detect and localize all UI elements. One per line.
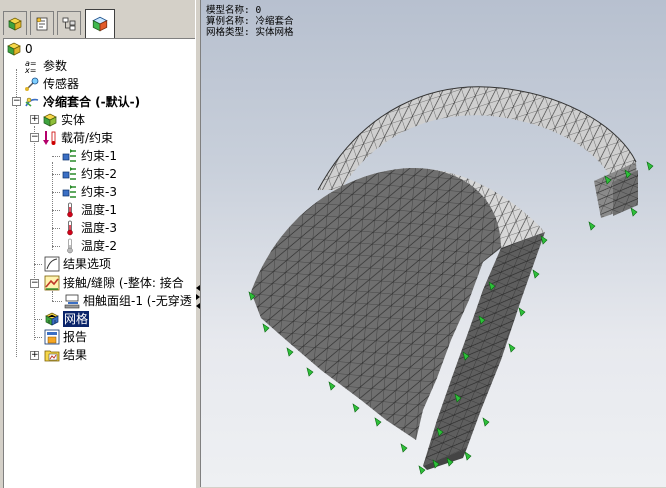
tree-item-label: 传感器 — [43, 77, 80, 91]
tree-connector — [52, 192, 60, 193]
meshed-model-view — [248, 86, 654, 475]
tree-connector — [52, 291, 53, 301]
tab-property-manager[interactable] — [30, 11, 54, 35]
tree-connector — [52, 156, 60, 157]
graphics-viewport[interactable]: 模型名称: 0 算例名称: 冷缩套合 网格类型: 实体网格 — [201, 0, 666, 487]
simulation-study-tree: 0 a= x= 参数 传感器 − 冷缩套合 (-默认-) + 实体 − 载荷/约… — [3, 38, 196, 488]
simulation-tree-panel: 0 a= x= 参数 传感器 − 冷缩套合 (-默认-) + 实体 − 载荷/约… — [0, 0, 196, 488]
contact-icon — [44, 275, 60, 291]
tab-simulation-manager[interactable] — [85, 9, 115, 38]
tree-item-fixture-2[interactable]: 约束-2 — [62, 165, 117, 183]
part-icon — [7, 42, 21, 56]
tree-item-label: 温度-2 — [81, 239, 117, 253]
simulation-icon — [92, 16, 108, 32]
tree-item-temperature-1[interactable]: 温度-1 — [62, 201, 117, 219]
tree-item-temperature-2[interactable]: 温度-2 — [62, 237, 117, 255]
tree-connector — [16, 69, 17, 357]
tree-connector — [34, 319, 42, 320]
results-folder-icon — [44, 350, 60, 362]
tree-item-fixture-3[interactable]: 约束-3 — [62, 183, 117, 201]
tree-root-label: 0 — [25, 42, 33, 56]
tree-item-label: 接触/缝隙 (-整体: 接合 — [63, 276, 184, 290]
fixture-icon — [62, 167, 76, 180]
tree-connector — [52, 301, 62, 302]
tree-item-label: 约束-1 — [81, 149, 117, 163]
thermometer-icon — [67, 220, 73, 236]
tree-item-loads-fixtures[interactable]: 载荷/约束 — [42, 129, 113, 147]
configuration-icon — [62, 17, 76, 30]
front-ring — [251, 167, 545, 470]
collapse-toggle[interactable]: − — [12, 97, 21, 106]
tree-item-results[interactable]: 结果 — [44, 346, 87, 364]
thermometer-icon — [67, 202, 73, 218]
expand-toggle[interactable]: + — [30, 115, 39, 124]
tree-item-label: 温度-3 — [81, 221, 117, 235]
mesh-icon — [45, 312, 59, 326]
tree-item-label: 结果选项 — [63, 257, 112, 271]
tree-connector — [52, 228, 60, 229]
svg-text:x=: x= — [24, 66, 36, 74]
tree-root[interactable]: 0 — [6, 40, 33, 58]
report-icon — [44, 329, 60, 345]
tree-connector — [34, 337, 42, 338]
parameters-icon: a= x= — [24, 59, 37, 74]
tree-item-mesh[interactable]: 网格 — [44, 310, 90, 328]
tree-item-label: 参数 — [43, 59, 68, 73]
tree-item-label: 约束-2 — [81, 167, 117, 181]
tree-item-fixture-1[interactable]: 约束-1 — [62, 147, 117, 165]
tree-connector — [52, 210, 60, 211]
tree-item-label: 冷缩套合 (-默认-) — [43, 95, 141, 109]
load-arrow-icon — [43, 131, 56, 145]
solid-body-icon — [43, 113, 57, 127]
tree-item-label: 报告 — [63, 330, 88, 344]
tab-configuration-manager[interactable] — [57, 11, 81, 35]
tree-item-label: 结果 — [63, 348, 88, 362]
thermometer-icon — [67, 238, 73, 254]
tree-item-label: 载荷/约束 — [61, 131, 114, 145]
tree-item-label: 相触面组-1 (-无穿透 — [83, 294, 192, 308]
tree-item-study[interactable]: 冷缩套合 (-默认-) — [24, 93, 140, 111]
manager-tab-bar — [0, 0, 195, 38]
contact-set-icon — [64, 294, 80, 309]
tree-item-result-options[interactable]: 结果选项 — [44, 255, 111, 273]
tree-item-label: 网格 — [63, 311, 90, 327]
tree-connector — [34, 126, 35, 340]
tree-item-sensors[interactable]: 传感器 — [24, 75, 79, 93]
tree-item-label: 实体 — [61, 113, 86, 127]
tree-item-contact-set-1[interactable]: 相触面组-1 (-无穿透 — [64, 292, 192, 310]
expand-toggle[interactable]: + — [30, 351, 39, 360]
tree-item-contact-gaps[interactable]: 接触/缝隙 (-整体: 接合 — [44, 274, 184, 292]
part-icon — [8, 17, 22, 31]
tree-connector — [52, 174, 60, 175]
tree-item-temperature-3[interactable]: 温度-3 — [62, 219, 117, 237]
sensor-icon — [25, 77, 39, 91]
study-icon — [25, 97, 39, 107]
fixture-icon — [62, 185, 76, 198]
fixture-icon — [62, 149, 76, 162]
tree-connector — [34, 264, 42, 265]
tree-connector — [52, 246, 60, 247]
tree-item-parameters[interactable]: a= x= 参数 — [24, 57, 67, 75]
collapse-toggle[interactable]: − — [30, 133, 39, 142]
tab-feature-manager[interactable] — [3, 11, 27, 35]
result-options-icon — [44, 256, 60, 272]
collapse-toggle[interactable]: − — [30, 279, 39, 288]
tree-item-report[interactable]: 报告 — [44, 328, 87, 346]
tree-item-label: 约束-3 — [81, 185, 117, 199]
tree-connector — [52, 162, 53, 250]
tree-item-solids[interactable]: 实体 — [42, 111, 85, 129]
tree-item-label: 温度-1 — [81, 203, 117, 217]
property-sheet-icon — [36, 17, 48, 30]
